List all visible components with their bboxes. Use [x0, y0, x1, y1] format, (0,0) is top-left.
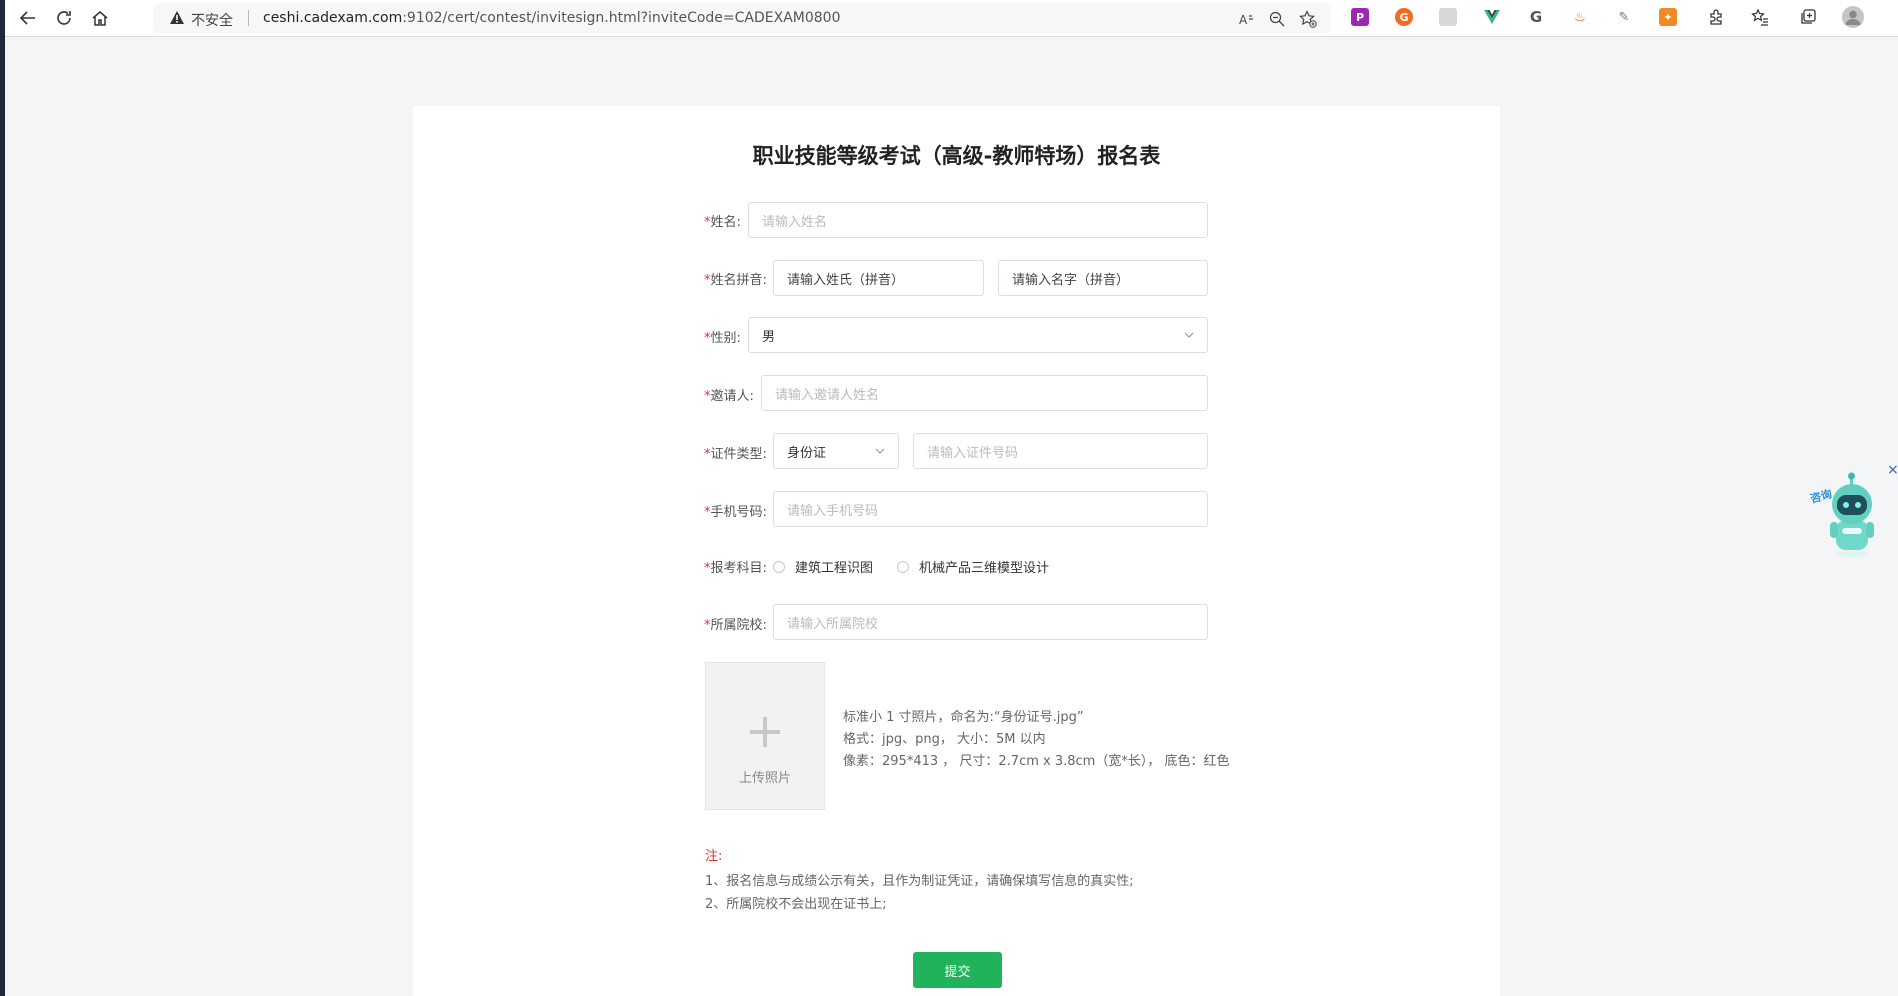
zoom-icon[interactable] — [1268, 10, 1286, 28]
back-icon[interactable] — [16, 6, 40, 30]
extension-6-icon[interactable]: ✎ — [1615, 8, 1633, 26]
school-input[interactable]: 请输入所属院校 — [773, 604, 1208, 640]
read-aloud-icon[interactable]: A — [1238, 10, 1256, 28]
url-path: :9102/cert/contest/invitesign.html?invit… — [402, 10, 841, 26]
subject-option-mechanical[interactable]: 机械产品三维模型设计 — [919, 557, 1049, 576]
registration-form-card: 职业技能等级考试（高级-教师特场）报名表 *姓名: 请输入姓名 *姓名拼音: 请… — [413, 106, 1500, 996]
subject-label: *报考科目: — [704, 557, 767, 576]
pinyin-label-text: 姓名拼音: — [710, 273, 767, 288]
note-item-2: 2、所属院校不会出现在证书上; — [705, 897, 887, 912]
browser-toolbar: 不安全 ceshi.cadexam.com:9102/cert/contest/… — [5, 0, 1898, 37]
form-title: 职业技能等级考试（高级-教师特场）报名表 — [752, 144, 1161, 168]
id-type-label-text: 证件类型: — [710, 447, 767, 462]
extension-2-icon[interactable]: G — [1395, 8, 1413, 26]
notes-title: 注: — [705, 849, 723, 864]
subject-radio-architecture[interactable] — [773, 561, 785, 573]
chevron-down-icon — [1183, 329, 1195, 345]
gender-label-text: 性别: — [710, 331, 741, 346]
inviter-input[interactable]: 请输入邀请人姓名 — [761, 375, 1208, 411]
id-type-label: *证件类型: — [704, 443, 767, 462]
id-type-select[interactable]: 身份证 — [773, 433, 899, 469]
given-name-pinyin-input[interactable]: 请输入名字（拼音） — [998, 260, 1208, 296]
name-input[interactable]: 请输入姓名 — [748, 202, 1208, 238]
extension-1-icon[interactable]: P — [1351, 8, 1369, 26]
window-left-edge — [0, 0, 5, 996]
subject-option-architecture[interactable]: 建筑工程识图 — [795, 557, 873, 576]
extension-3-icon[interactable] — [1439, 8, 1457, 26]
phone-label: *手机号码: — [704, 501, 767, 520]
home-icon[interactable] — [88, 6, 112, 30]
url-text[interactable]: ceshi.cadexam.com:9102/cert/contest/invi… — [263, 10, 841, 26]
gender-select[interactable]: 男 — [748, 317, 1208, 353]
photo-upload-button[interactable]: 上传照片 — [705, 662, 825, 810]
close-icon[interactable]: × — [1887, 462, 1898, 478]
profile-icon[interactable] — [1842, 6, 1864, 28]
gender-label: *性别: — [704, 327, 741, 346]
school-label-text: 所属院校: — [710, 618, 767, 633]
subject-label-text: 报考科目: — [710, 561, 767, 576]
surname-pinyin-input[interactable]: 请输入姓氏（拼音） — [773, 260, 984, 296]
name-label: *姓名: — [704, 211, 741, 230]
note-item-1: 1、报名信息与成绩公示有关，且作为制证凭证，请确保填写信息的真实性; — [705, 874, 1134, 889]
id-number-input[interactable]: 请输入证件号码 — [913, 433, 1208, 469]
pinyin-label: *姓名拼音: — [704, 269, 767, 288]
plus-icon — [748, 715, 782, 753]
url-host: ceshi.cadexam.com — [263, 10, 403, 26]
upload-hint-size: 像素：295*413 ， 尺寸：2.7cm x 3.8cm（宽*长）， 底色：红… — [843, 754, 1230, 769]
favorite-add-icon[interactable] — [1299, 10, 1317, 28]
favorites-icon[interactable] — [1751, 8, 1769, 26]
address-separator — [248, 10, 249, 26]
upload-hint-format: 格式：jpg、png， 大小：5M 以内 — [843, 732, 1046, 747]
subject-radio-mechanical[interactable] — [897, 561, 909, 573]
vue-devtools-icon[interactable] — [1483, 8, 1501, 26]
extension-5-icon[interactable]: ♨ — [1571, 8, 1589, 26]
name-label-text: 姓名: — [710, 215, 741, 230]
chevron-down-icon — [874, 445, 886, 461]
phone-label-text: 手机号码: — [710, 505, 767, 520]
extension-7-icon[interactable]: ✦ — [1659, 8, 1677, 26]
gender-value: 男 — [762, 329, 776, 345]
upload-label: 上传照片 — [738, 771, 791, 786]
submit-button[interactable]: 提交 — [913, 952, 1002, 988]
warning-icon — [169, 10, 185, 29]
upload-hint-photo: 标准小 1 寸照片，命名为:“身份证号.jpg” — [843, 710, 1084, 725]
svg-text:A: A — [1239, 13, 1248, 27]
insecure-label: 不安全 — [191, 13, 233, 29]
school-label: *所属院校: — [704, 614, 767, 633]
phone-input[interactable]: 请输入手机号码 — [773, 491, 1208, 527]
extension-g-icon[interactable]: G — [1527, 8, 1545, 26]
extensions-icon[interactable] — [1707, 8, 1725, 26]
refresh-icon[interactable] — [52, 6, 76, 30]
address-bar[interactable]: 不安全 ceshi.cadexam.com:9102/cert/contest/… — [153, 3, 1331, 33]
inviter-label-text: 邀请人: — [710, 389, 754, 404]
inviter-label: *邀请人: — [704, 385, 754, 404]
id-type-value: 身份证 — [787, 445, 827, 461]
collections-icon[interactable] — [1799, 8, 1817, 26]
consult-robot-widget[interactable]: 咨询 — [1808, 470, 1888, 560]
